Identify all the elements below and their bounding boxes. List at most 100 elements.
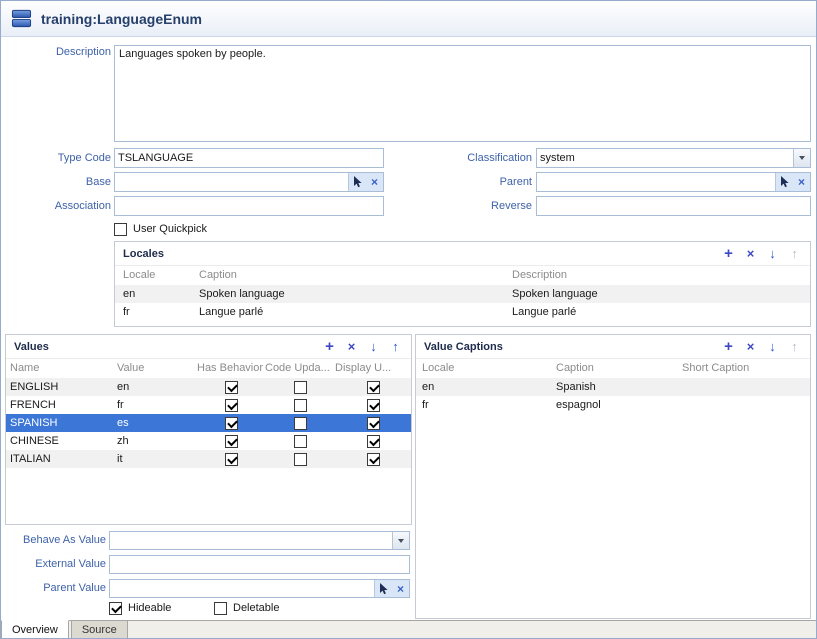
locales-row[interactable]: en Spoken language Spoken language: [115, 285, 810, 303]
name-cell: ITALIAN: [10, 450, 117, 468]
locales-move-down-icon[interactable]: ↓: [765, 244, 780, 264]
base-pick-cursor-icon[interactable]: [349, 173, 366, 191]
value-captions-title: Value Captions: [424, 341, 503, 353]
column-header-locale[interactable]: Locale: [123, 266, 199, 285]
locales-row[interactable]: fr Langue parlé Langue parlé: [115, 303, 810, 321]
classification-combo[interactable]: system: [536, 148, 811, 168]
code-update-checkbox[interactable]: [294, 381, 307, 394]
values-toolbar: + × ↓ ↑: [322, 337, 403, 357]
locale-cell: en: [422, 378, 556, 396]
value-cell: en: [117, 378, 197, 396]
value-captions-rows: en Spanish fr espagnol: [416, 378, 810, 414]
association-label: Association: [9, 196, 111, 216]
captions-delete-icon[interactable]: ×: [743, 337, 758, 357]
values-add-icon[interactable]: +: [322, 337, 337, 357]
base-clear-icon[interactable]: ×: [366, 173, 383, 191]
column-header-locale[interactable]: Locale: [422, 359, 556, 378]
reverse-input[interactable]: [536, 196, 811, 216]
external-value-label: External Value: [5, 555, 106, 574]
tab-source[interactable]: Source: [71, 621, 128, 639]
has-behavior-checkbox[interactable]: [225, 381, 238, 394]
caption-cell: Spanish: [556, 378, 682, 396]
external-value-input[interactable]: [109, 555, 410, 574]
titlebar: training:LanguageEnum: [1, 1, 816, 37]
display-checkbox[interactable]: [367, 453, 380, 466]
value-captions-row[interactable]: fr espagnol: [416, 396, 810, 414]
values-row[interactable]: ITALIAN it: [6, 450, 411, 468]
checkbox-cell: [197, 414, 265, 432]
column-header-caption[interactable]: Caption: [556, 359, 682, 378]
display-checkbox[interactable]: [367, 399, 380, 412]
code-update-checkbox[interactable]: [294, 417, 307, 430]
deletable-checkbox[interactable]: [214, 602, 227, 615]
parent-value-clear-icon[interactable]: ×: [392, 580, 409, 597]
value-captions-toolbar: + × ↓ ↑: [721, 337, 802, 357]
display-checkbox[interactable]: [367, 417, 380, 430]
user-quickpick: User Quickpick: [114, 222, 207, 236]
code-update-checkbox[interactable]: [294, 453, 307, 466]
values-row[interactable]: FRENCH fr: [6, 396, 411, 414]
values-move-up-icon[interactable]: ↑: [388, 337, 403, 357]
values-row[interactable]: CHINESE zh: [6, 432, 411, 450]
column-header-caption[interactable]: Caption: [199, 266, 512, 285]
value-captions-row[interactable]: en Spanish: [416, 378, 810, 396]
locales-delete-icon[interactable]: ×: [743, 244, 758, 264]
column-header-name[interactable]: Name: [10, 359, 117, 378]
hideable-checkbox[interactable]: [109, 602, 122, 615]
type-code-input[interactable]: [114, 148, 384, 168]
values-delete-icon[interactable]: ×: [344, 337, 359, 357]
parent-pick-cursor-icon[interactable]: [776, 173, 793, 191]
name-cell: ENGLISH: [10, 378, 117, 396]
behave-as-value-text: [110, 532, 392, 549]
value-captions-header: Value Captions + × ↓ ↑: [416, 335, 810, 359]
locales-add-icon[interactable]: +: [721, 244, 736, 264]
checkbox-cell: [197, 378, 265, 396]
parent-value-field: ×: [109, 579, 410, 598]
values-row[interactable]: ENGLISH en: [6, 378, 411, 396]
display-checkbox[interactable]: [367, 381, 380, 394]
has-behavior-checkbox[interactable]: [225, 453, 238, 466]
behave-as-value-dropdown-icon[interactable]: [392, 532, 409, 549]
code-update-checkbox[interactable]: [294, 399, 307, 412]
values-move-down-icon[interactable]: ↓: [366, 337, 381, 357]
parent-value-input[interactable]: [110, 580, 374, 597]
caption-cell: Spoken language: [199, 285, 512, 303]
classification-dropdown-icon[interactable]: [793, 149, 810, 167]
has-behavior-checkbox[interactable]: [225, 399, 238, 412]
base-label: Base: [9, 172, 111, 192]
checkbox-cell: [265, 414, 335, 432]
column-header-short-caption[interactable]: Short Caption: [682, 359, 810, 378]
has-behavior-checkbox[interactable]: [225, 417, 238, 430]
parent-value-pick-cursor-icon[interactable]: [375, 580, 392, 597]
user-quickpick-checkbox[interactable]: [114, 223, 127, 236]
captions-add-icon[interactable]: +: [721, 337, 736, 357]
association-input[interactable]: [114, 196, 384, 216]
type-code-label: Type Code: [9, 148, 111, 168]
checkbox-cell: [265, 432, 335, 450]
parent-input[interactable]: [537, 173, 775, 191]
behave-as-value-label: Behave As Value: [5, 531, 106, 550]
locale-cell: en: [123, 285, 199, 303]
captions-move-down-icon[interactable]: ↓: [765, 337, 780, 357]
tab-overview[interactable]: Overview: [1, 620, 69, 639]
column-header-has-behavior[interactable]: Has Behavior: [197, 359, 265, 378]
parent-clear-icon[interactable]: ×: [793, 173, 810, 191]
description-textarea[interactable]: Languages spoken by people.: [114, 45, 811, 142]
column-header-code-update[interactable]: Code Upda...: [265, 359, 335, 378]
classification-label: Classification: [431, 148, 532, 168]
column-header-display[interactable]: Display U...: [335, 359, 411, 378]
display-checkbox[interactable]: [367, 435, 380, 448]
column-header-description[interactable]: Description: [512, 266, 810, 285]
has-behavior-checkbox[interactable]: [225, 435, 238, 448]
behave-as-value-combo[interactable]: [109, 531, 410, 550]
locales-move-up-icon[interactable]: ↑: [787, 244, 802, 264]
code-update-checkbox[interactable]: [294, 435, 307, 448]
base-input[interactable]: [115, 173, 348, 191]
values-row[interactable]: SPANISH es: [6, 414, 411, 432]
base-field: ×: [114, 172, 384, 192]
captions-move-up-icon[interactable]: ↑: [787, 337, 802, 357]
values-rows: ENGLISH en FRENCH fr SPANISH es: [6, 378, 411, 468]
parent-value-label: Parent Value: [5, 579, 106, 598]
column-header-value[interactable]: Value: [117, 359, 197, 378]
checkbox-cell: [197, 432, 265, 450]
